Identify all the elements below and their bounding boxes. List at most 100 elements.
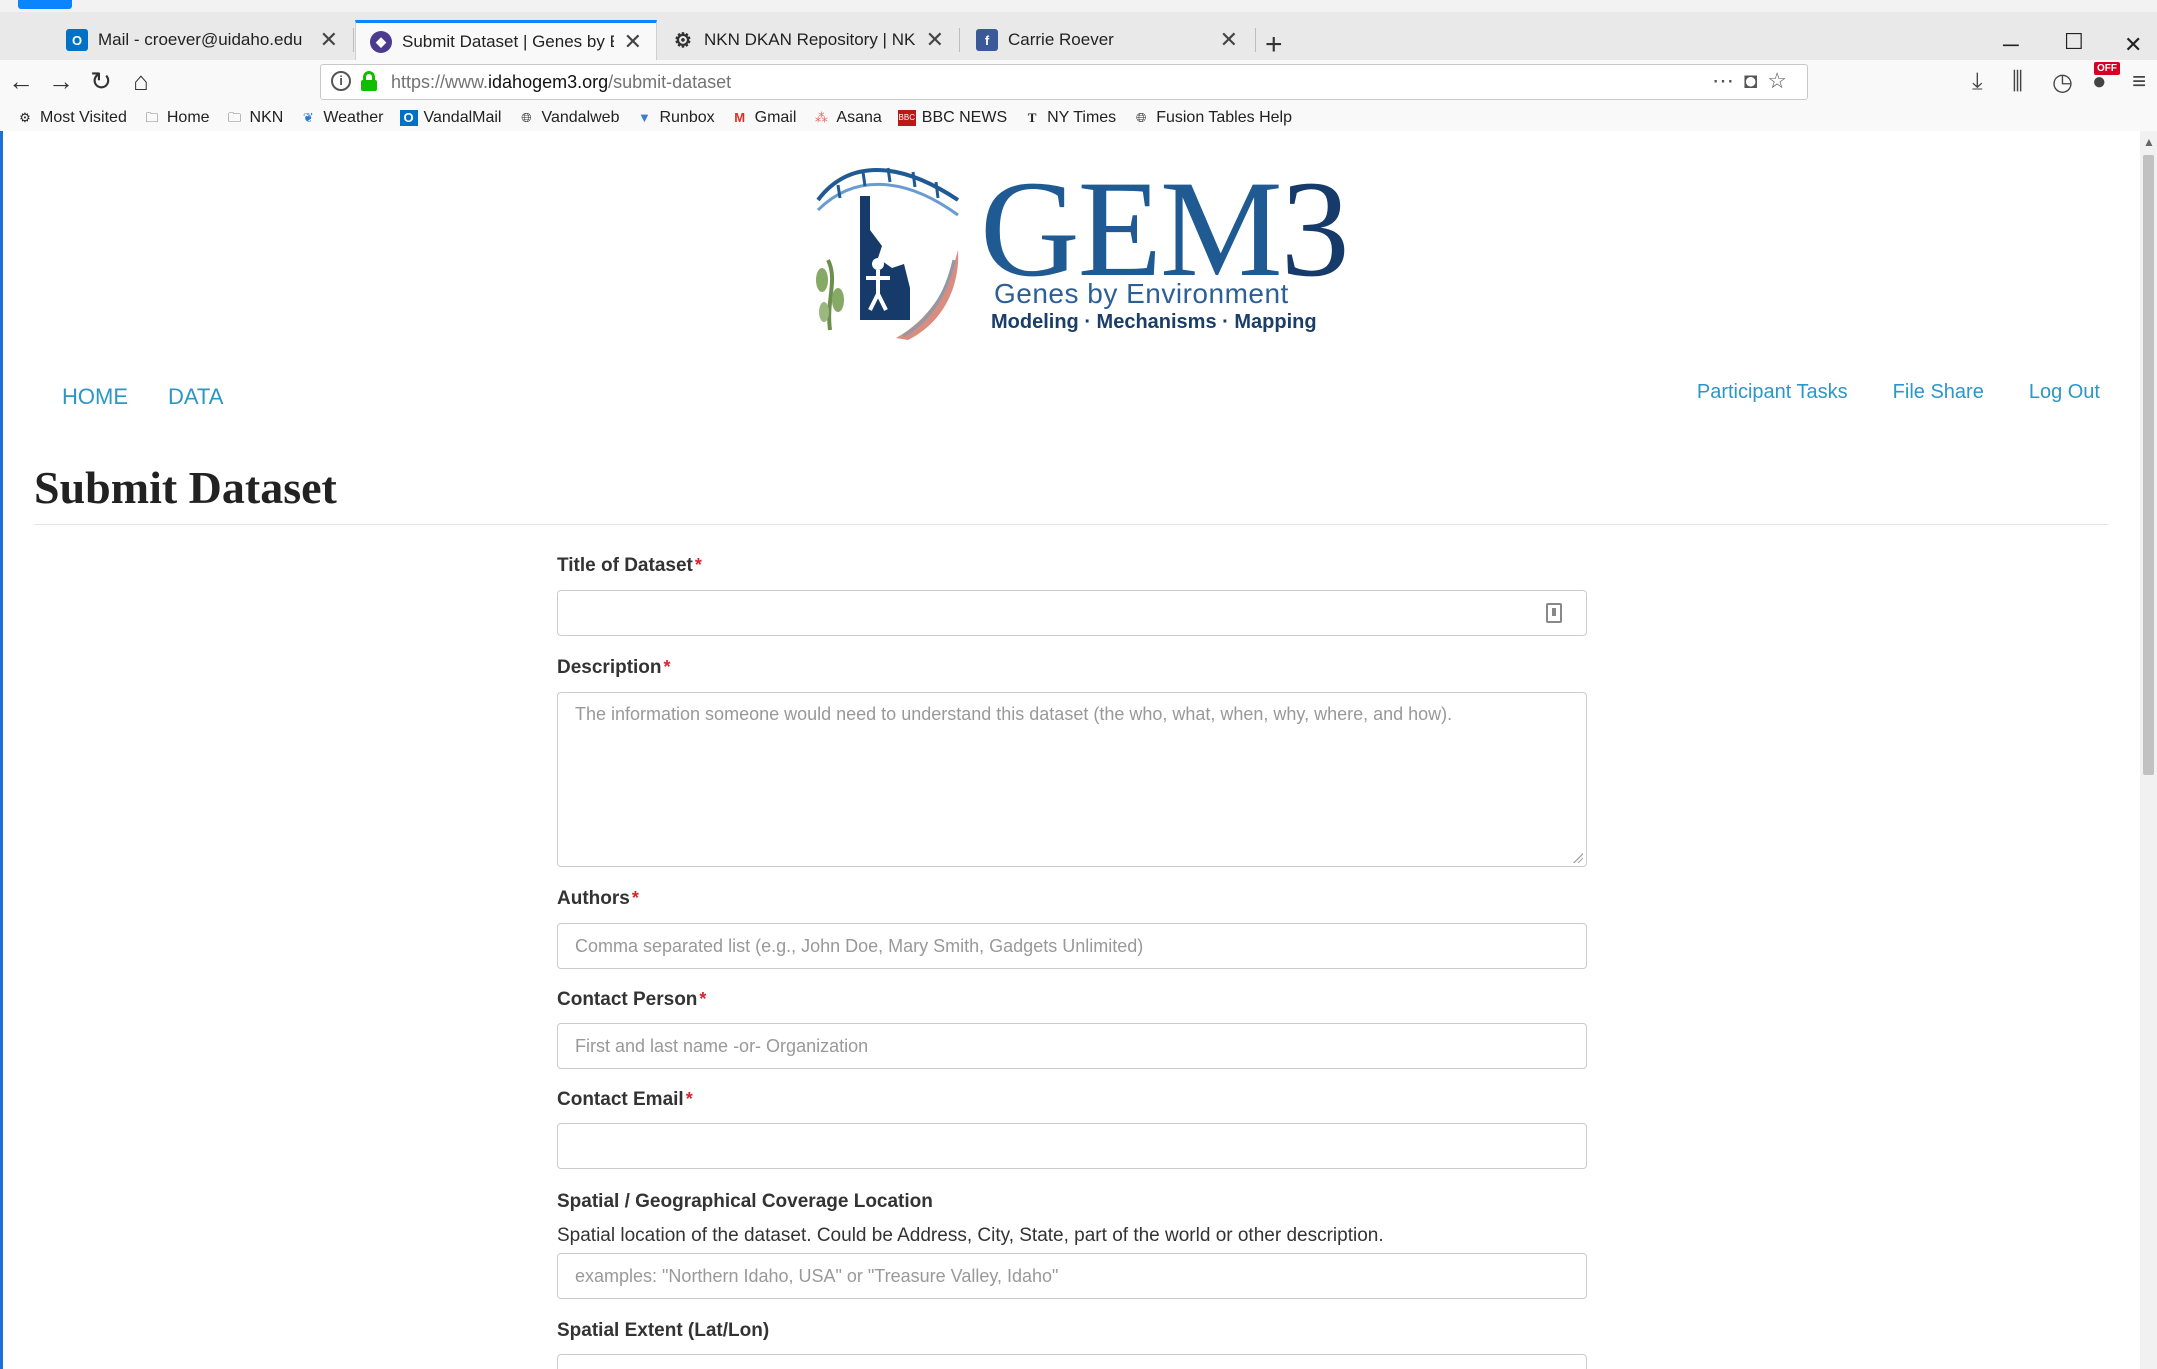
extension-off-badge: OFF (2094, 62, 2120, 75)
bookmark-vandalweb[interactable]: 🌐︎ Vandalweb (517, 109, 619, 127)
description-placeholder: The information someone would need to un… (575, 704, 1453, 724)
facebook-icon: f (976, 29, 998, 51)
reload-icon[interactable]: ↻ (84, 66, 118, 97)
required-marker: * (699, 989, 707, 1009)
outlook-icon: O (399, 109, 418, 126)
description-label: Description * (557, 657, 671, 678)
title-divider (34, 524, 2109, 525)
history-icon[interactable]: ◷ (2052, 68, 2073, 97)
spatial-extent-label: Spatial Extent (Lat/Lon) (557, 1320, 770, 1341)
tab-separator (1255, 28, 1256, 52)
file-share-link[interactable]: File Share (1893, 381, 1984, 404)
tab-separator (353, 28, 354, 52)
back-icon[interactable]: ← (4, 66, 38, 97)
bookmark-nkn[interactable]: 🗀 NKN (226, 109, 283, 127)
site-info-icon[interactable]: i (331, 71, 351, 91)
autofill-icon[interactable] (1546, 603, 1562, 623)
bookmark-vandalmail[interactable]: O VandalMail (399, 109, 501, 127)
required-marker: * (631, 888, 639, 908)
description-textarea[interactable]: The information someone would need to un… (557, 692, 1587, 867)
runbox-icon: ▼ (638, 109, 651, 125)
spatial-location-input[interactable]: examples: "Northern Idaho, USA" or "Trea… (557, 1253, 1587, 1299)
bookmarks-bar: ⚙ Most Visited 🗀 Home 🗀 NKN ❦ Weather O Vanda… (0, 104, 2157, 131)
page-title: Submit Dataset (34, 462, 337, 513)
contact-email-label: Contact Email * (557, 1089, 693, 1110)
tab-label: Mail - croever@uidaho.edu (98, 30, 303, 49)
scroll-up-icon[interactable]: ▲ (2143, 135, 2155, 149)
url-bar[interactable]: i https://www.idahogem3.org/submit-datas… (320, 64, 1808, 100)
gmail-icon: M (734, 109, 746, 125)
library-icon[interactable]: ⫼ (2012, 68, 2023, 96)
home-icon[interactable]: ⌂ (124, 66, 158, 97)
bbc-icon: BBC (897, 109, 916, 126)
lock-icon[interactable] (361, 71, 377, 91)
nav-home-link[interactable]: HOME (62, 384, 128, 410)
url-text[interactable]: https://www.idahogem3.org/submit-dataset (391, 72, 731, 93)
bookmark-star-icon[interactable]: ☆ (1767, 68, 1797, 93)
spatial-location-label: Spatial / Geographical Coverage Location (557, 1191, 933, 1212)
main-nav: HOME DATA (62, 384, 223, 410)
folder-icon: 🗀 (145, 109, 159, 125)
log-out-link[interactable]: Log Out (2029, 381, 2100, 404)
bookmark-most-visited[interactable]: ⚙ Most Visited (16, 109, 127, 127)
page-actions-icon[interactable]: ⋯ (1712, 68, 1744, 93)
spatial-extent-input[interactable] (557, 1354, 1587, 1369)
authors-label: Authors * (557, 888, 639, 909)
nytimes-icon: T (1027, 109, 1037, 125)
weather-icon: ❦ (302, 109, 314, 125)
nav-data-link[interactable]: DATA (168, 384, 223, 410)
authors-input[interactable]: Comma separated list (e.g., John Doe, Ma… (557, 923, 1587, 969)
close-tab-icon[interactable]: ✕ (1220, 27, 1238, 53)
browser-chrome: O Mail - croever@uidaho.edu ✕ ◆ Submit D… (0, 0, 2157, 131)
bookmark-asana[interactable]: ⁂ Asana (812, 109, 882, 127)
new-tab-button[interactable]: + (1265, 30, 1283, 60)
close-window-icon[interactable]: ✕ (2124, 32, 2142, 58)
spatial-location-help: Spatial location of the dataset. Could b… (557, 1225, 1384, 1246)
resize-handle-icon[interactable] (1573, 853, 1583, 863)
logo-tagline: Modeling · Mechanisms · Mapping (991, 311, 1317, 333)
folder-icon: 🗀 (228, 109, 242, 125)
tab-mail[interactable]: O Mail - croever@uidaho.edu ✕ (52, 20, 352, 60)
title-input[interactable] (557, 590, 1587, 636)
pocket-icon[interactable]: ◘ (1744, 68, 1767, 93)
required-marker: * (663, 657, 671, 677)
idaho-dna-logo-graphic (816, 167, 960, 340)
scrollbar-thumb[interactable] (2143, 155, 2154, 775)
close-tab-icon[interactable]: ✕ (320, 27, 338, 53)
bookmark-home[interactable]: 🗀 Home (143, 109, 209, 127)
forward-icon[interactable]: → (44, 66, 78, 97)
url-actions: ⋯◘☆ (1712, 68, 1797, 94)
tab-separator (959, 28, 960, 52)
menu-icon[interactable]: ≡ (2132, 68, 2146, 96)
tab-facebook[interactable]: f Carrie Roever ✕ (962, 20, 1252, 60)
tab-submit-dataset[interactable]: ◆ Submit Dataset | Genes by Envi ✕ (355, 20, 657, 60)
tab-label: Submit Dataset | Genes by Envi (402, 31, 614, 51)
download-icon[interactable]: ⤓ (1972, 68, 1983, 96)
minimize-icon[interactable]: ─ (2003, 32, 2019, 58)
gem3-logo[interactable]: GEM3 Genes by Environment Modeling · Mec… (808, 160, 1350, 340)
maximize-icon[interactable]: ☐ (2064, 29, 2084, 55)
globe-icon: 🌐︎ (1135, 109, 1147, 125)
asana-icon: ⁂ (814, 109, 828, 125)
page-scrollbar[interactable]: ▲ (2140, 131, 2157, 1369)
globe-icon: 🌐︎ (521, 109, 532, 125)
close-tab-icon[interactable]: ✕ (926, 27, 944, 53)
gem3-icon: ◆ (370, 30, 392, 53)
dkan-icon: ⚙ (674, 29, 692, 52)
bookmark-ny-times[interactable]: T NY Times (1023, 109, 1116, 127)
contact-person-label: Contact Person * (557, 989, 707, 1010)
bookmark-gmail[interactable]: M Gmail (731, 109, 796, 127)
participant-tasks-link[interactable]: Participant Tasks (1697, 381, 1848, 404)
contact-email-input[interactable] (557, 1123, 1587, 1169)
bookmark-runbox[interactable]: ▼ Runbox (635, 109, 715, 127)
bookmark-bbc-news[interactable]: BBC BBC NEWS (897, 109, 1007, 127)
bookmark-weather[interactable]: ❦ Weather (299, 109, 384, 127)
tab-label: NKN DKAN Repository | NKN E (704, 30, 916, 49)
tab-label: Carrie Roever (1008, 30, 1114, 49)
bookmark-fusion-tables-help[interactable]: 🌐︎ Fusion Tables Help (1132, 109, 1292, 127)
required-marker: * (685, 1089, 693, 1109)
tab-nkn-dkan[interactable]: ⚙ NKN DKAN Repository | NKN E ✕ (658, 20, 958, 60)
window-left-edge (0, 131, 3, 1369)
close-tab-icon[interactable]: ✕ (624, 29, 642, 55)
contact-person-input[interactable]: First and last name -or- Organization (557, 1023, 1587, 1069)
